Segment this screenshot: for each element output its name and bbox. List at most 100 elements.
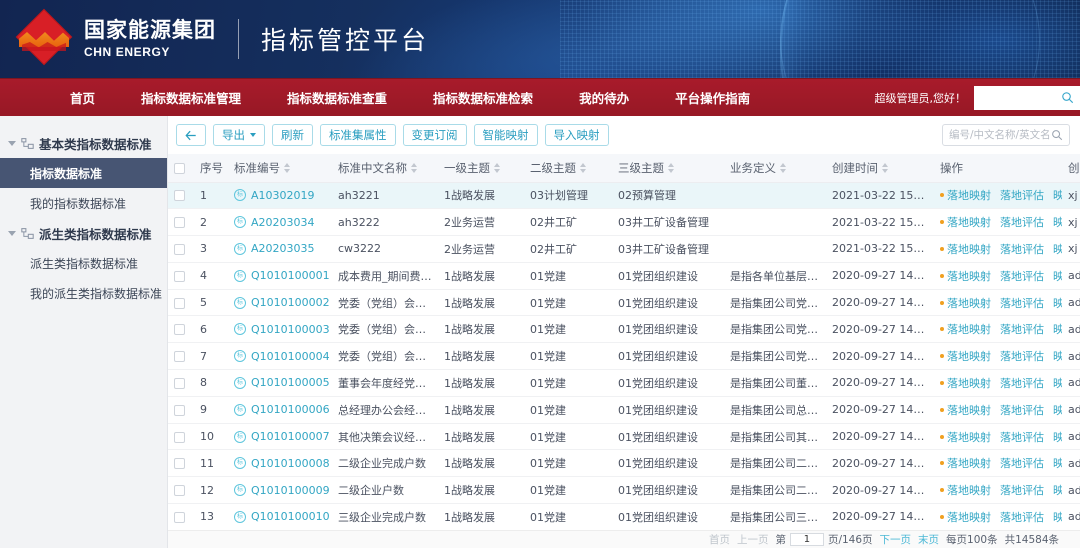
smart-mapping-button[interactable]: 智能映射 (473, 124, 538, 146)
cell-select[interactable] (168, 315, 194, 344)
standard-set-properties-button[interactable]: 标准集属性 (320, 124, 396, 146)
back-button[interactable] (176, 124, 206, 146)
op-link-2[interactable]: 映射推荐 (1053, 214, 1062, 230)
refresh-button[interactable]: 刷新 (272, 124, 313, 146)
standard-code-link[interactable]: Q1010100001 (251, 269, 330, 282)
sort-icon[interactable] (494, 163, 500, 173)
table-row[interactable]: 10 标 Q1010100007 其他决策会议经党委... 1战略发展 01党建 01党团组… (168, 423, 1080, 451)
row-checkbox[interactable] (174, 243, 185, 255)
op-link-2[interactable]: 映射推荐 (1053, 509, 1062, 525)
op-link-2[interactable]: 映射推荐 (1053, 455, 1062, 471)
standard-code-link[interactable]: A20203035 (251, 242, 315, 255)
cell-standard-code[interactable]: 标 Q1010100002 (228, 289, 332, 317)
table-row[interactable]: 11 标 Q1010100008 二级企业完成户数 1战略发展 01党建 01党团组织建设是… (168, 449, 1080, 478)
th-topic-level-1[interactable]: 一级主题 (438, 154, 524, 183)
table-row[interactable]: 6 标 Q1010100003 党委（党组）会审议... 1战略发展 01党建 01党团组织… (168, 315, 1080, 344)
op-link-0[interactable]: 落地映射 (947, 375, 991, 391)
op-link-0[interactable]: 落地映射 (947, 187, 991, 203)
nav-item-my-todo[interactable]: 我的待办 (579, 88, 629, 107)
op-link-0[interactable]: 落地映射 (947, 402, 991, 418)
op-link-1[interactable]: 落地评估 (1000, 214, 1044, 230)
table-row[interactable]: 1 标 A10302019 ah3221 1战略发展 03计划管理 02预算管理 2021-0… (168, 182, 1080, 210)
op-link-2[interactable]: 映射推荐 (1053, 375, 1062, 391)
cell-standard-code[interactable]: 标 Q1010100008 (228, 449, 332, 478)
standard-code-link[interactable]: A10302019 (251, 189, 315, 202)
standard-code-link[interactable]: Q1010100008 (251, 457, 330, 470)
cell-operations[interactable]: 落地映射落地评估映射推荐 (934, 423, 1062, 451)
cell-select[interactable] (168, 396, 194, 424)
select-all-checkbox[interactable] (174, 162, 185, 174)
nav-item-standard-management[interactable]: 指标数据标准管理 (141, 88, 241, 107)
op-link-0[interactable]: 落地映射 (947, 268, 991, 284)
op-link-0[interactable]: 落地映射 (947, 241, 991, 257)
th-topic-level-3[interactable]: 三级主题 (612, 154, 724, 183)
pagination-last[interactable]: 末页 (918, 532, 939, 547)
cell-operations[interactable]: 落地映射落地评估映射推荐 (934, 503, 1062, 530)
table-row[interactable]: 3 标 A20203035 cw3222 2业务运营 02井工矿 03井工矿设备管理 2021… (168, 235, 1080, 263)
sidebar-group-derived-standards[interactable]: 派生类指标数据标准 (0, 218, 167, 248)
op-link-1[interactable]: 落地评估 (1000, 321, 1044, 337)
nav-item-home[interactable]: 首页 (70, 88, 95, 107)
cell-operations[interactable]: 落地映射落地评估映射推荐 (934, 342, 1062, 371)
row-checkbox[interactable] (174, 458, 185, 470)
sort-icon[interactable] (668, 163, 674, 173)
row-checkbox[interactable] (174, 217, 185, 229)
op-link-2[interactable]: 映射推荐 (1053, 429, 1062, 445)
sort-icon[interactable] (284, 163, 290, 173)
op-link-1[interactable]: 落地评估 (1000, 402, 1044, 418)
cell-select[interactable] (168, 208, 194, 237)
op-link-2[interactable]: 映射推荐 (1053, 321, 1062, 337)
th-business-definition[interactable]: 业务定义 (724, 154, 826, 183)
row-checkbox[interactable] (174, 270, 185, 282)
op-link-1[interactable]: 落地评估 (1000, 187, 1044, 203)
cell-operations[interactable]: 落地映射落地评估映射推荐 (934, 369, 1062, 397)
cell-standard-code[interactable]: 标 A20203034 (228, 208, 332, 237)
th-standard-code[interactable]: 标准编号 (228, 154, 332, 183)
cell-operations[interactable]: 落地映射落地评估映射推荐 (934, 235, 1062, 263)
row-checkbox[interactable] (174, 351, 185, 363)
cell-standard-code[interactable]: 标 Q1010100007 (228, 423, 332, 451)
standard-code-link[interactable]: Q1010100009 (251, 484, 330, 497)
cell-operations[interactable]: 落地映射落地评估映射推荐 (934, 289, 1062, 317)
standard-code-link[interactable]: Q1010100006 (251, 403, 330, 416)
cell-operations[interactable]: 落地映射落地评估映射推荐 (934, 449, 1062, 478)
op-link-0[interactable]: 落地映射 (947, 321, 991, 337)
change-subscription-button[interactable]: 变更订阅 (402, 124, 467, 146)
cell-select[interactable] (168, 342, 194, 371)
th-topic-level-2[interactable]: 二级主题 (524, 154, 612, 183)
sidebar-item-indicator-data-standard[interactable]: 指标数据标准 (0, 158, 167, 188)
th-select-all[interactable] (168, 154, 194, 183)
table-row[interactable]: 13 标 Q1010100010 三级企业完成户数 1战略发展 01党建 01党团组织建设是… (168, 503, 1080, 530)
op-link-1[interactable]: 落地评估 (1000, 429, 1044, 445)
table-row[interactable]: 7 标 Q1010100004 党委（党组）会前置... 1战略发展 01党建 01党团组织… (168, 342, 1080, 371)
sort-icon[interactable] (411, 163, 417, 173)
global-search-box[interactable] (974, 85, 1080, 110)
search-input[interactable] (949, 129, 1051, 141)
cell-standard-code[interactable]: 标 Q1010100003 (228, 315, 332, 344)
cell-standard-code[interactable]: 标 Q1010100001 (228, 262, 332, 290)
table-row[interactable]: 8 标 Q1010100005 董事会年度经党委会... 1战略发展 01党建 01党团组织… (168, 369, 1080, 397)
cell-standard-code[interactable]: 标 A10302019 (228, 182, 332, 210)
standard-code-link[interactable]: Q1010100004 (251, 350, 330, 363)
sidebar-item-derived-data-standard[interactable]: 派生类指标数据标准 (0, 248, 167, 278)
cell-standard-code[interactable]: 标 Q1010100004 (228, 342, 332, 371)
cell-standard-code[interactable]: 标 Q1010100005 (228, 369, 332, 397)
cell-standard-code[interactable]: 标 Q1010100010 (228, 503, 332, 530)
op-link-2[interactable]: 映射推荐 (1053, 482, 1062, 498)
sort-icon[interactable] (882, 163, 888, 173)
cell-select[interactable] (168, 289, 194, 317)
cell-operations[interactable]: 落地映射落地评估映射推荐 (934, 182, 1062, 210)
nav-item-standard-search[interactable]: 指标数据标准检索 (433, 88, 533, 107)
sort-icon[interactable] (780, 163, 786, 173)
op-link-0[interactable]: 落地映射 (947, 214, 991, 230)
th-standard-name-cn[interactable]: 标准中文名称 (332, 154, 438, 183)
op-link-1[interactable]: 落地评估 (1000, 241, 1044, 257)
cell-select[interactable] (168, 476, 194, 505)
op-link-1[interactable]: 落地评估 (1000, 455, 1044, 471)
sidebar-item-my-derived-data-standard[interactable]: 我的派生类指标数据标准 (0, 278, 167, 308)
search-icon[interactable] (1051, 129, 1063, 141)
row-checkbox[interactable] (174, 190, 185, 202)
table-search-box[interactable] (942, 124, 1070, 146)
cell-operations[interactable]: 落地映射落地评估映射推荐 (934, 315, 1062, 344)
standard-code-link[interactable]: Q1010100007 (251, 430, 330, 443)
